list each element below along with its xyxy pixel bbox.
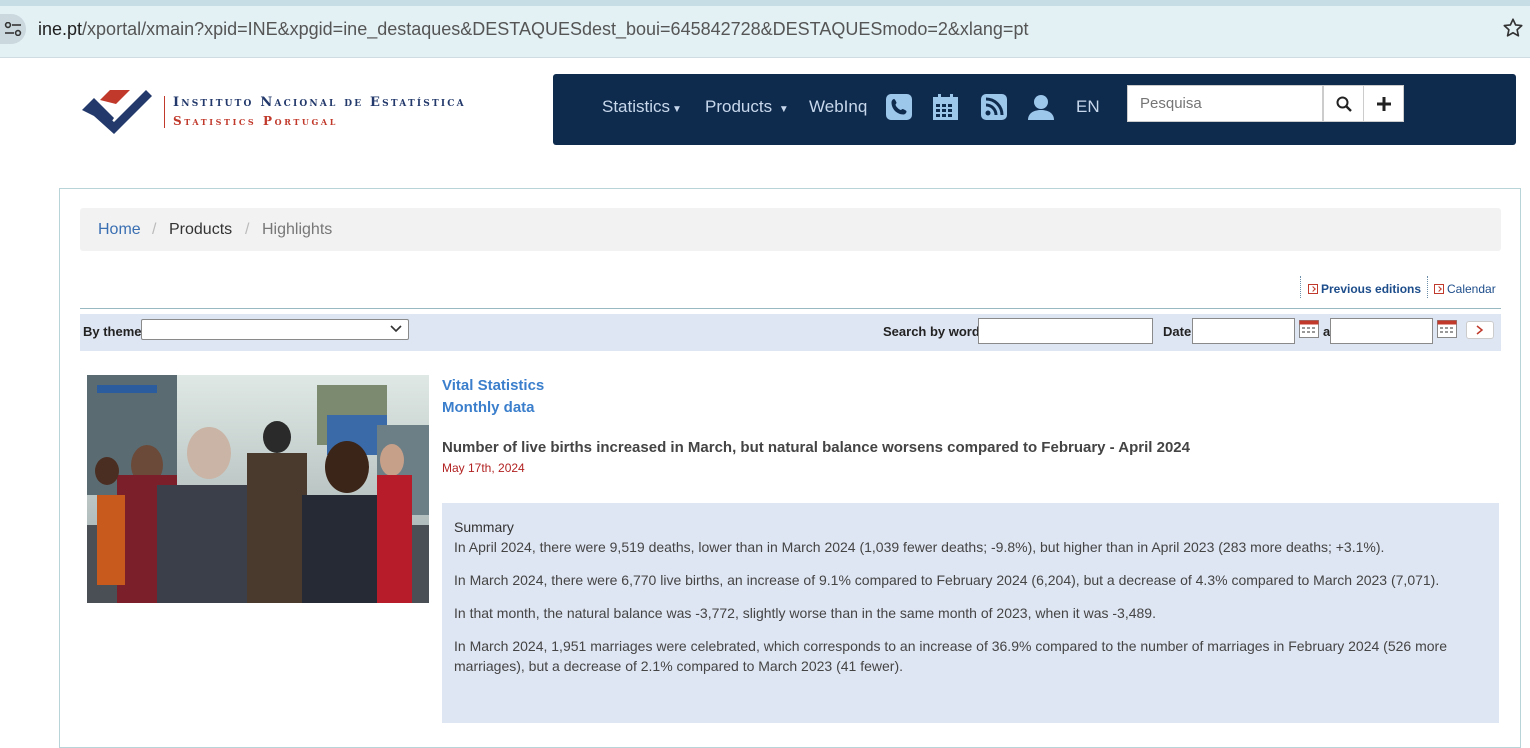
logo-line1: Instituto Nacional de Estatística — [173, 95, 466, 110]
nav-products-label: Products — [705, 97, 773, 116]
phone-icon[interactable] — [886, 94, 912, 125]
word-search-input[interactable] — [978, 318, 1153, 344]
nav-webinq-label: WebInq — [809, 97, 868, 116]
date-label: Date — [1163, 324, 1192, 339]
breadcrumb: Home / Products / Highlights — [80, 208, 1501, 251]
summary-title: Summary — [454, 519, 514, 535]
search-input[interactable] — [1127, 85, 1323, 122]
divider — [1300, 276, 1302, 298]
language-switch[interactable]: EN — [1076, 97, 1100, 117]
date-picker-icon[interactable] — [1299, 320, 1319, 341]
main-navbar: Statistics ▼ Products ▼ WebInq EN — [553, 74, 1516, 145]
chevron-down-icon: ▼ — [778, 104, 789, 115]
calendar-link[interactable]: Calendar — [1434, 282, 1496, 296]
chevron-right-icon — [1476, 325, 1484, 335]
summary-paragraph: In April 2024, there were 9,519 deaths, … — [454, 539, 1385, 555]
previous-editions-label: Previous editions — [1321, 282, 1422, 296]
arrow-box-icon — [1434, 284, 1444, 294]
summary-paragraph: In March 2024, there were 6,770 live bir… — [454, 572, 1440, 588]
chevron-down-icon — [390, 325, 402, 333]
by-theme-label: By theme — [83, 324, 142, 339]
article-photo[interactable] — [87, 375, 429, 603]
breadcrumb-separator: / — [152, 221, 157, 238]
chevron-down-icon: ▼ — [672, 104, 682, 115]
filter-submit-button[interactable] — [1466, 321, 1494, 339]
summary-paragraph: In that month, the natural balance was -… — [454, 605, 1156, 621]
date-picker-icon[interactable] — [1437, 320, 1457, 341]
url-path: /xportal/xmain?xpid=INE&xpgid=ine_destaq… — [82, 19, 1029, 39]
article-subtheme-link[interactable]: Monthly data — [442, 399, 535, 416]
url-host: ine.pt — [38, 19, 83, 39]
article-headline[interactable]: Number of live births increased in March… — [442, 439, 1190, 456]
breadcrumb-separator: / — [245, 221, 250, 238]
site-settings-icon[interactable] — [0, 14, 26, 44]
article-summary: Summary In April 2024, there were 9,519 … — [442, 503, 1499, 723]
search-button[interactable] — [1323, 85, 1364, 122]
search-icon — [1336, 96, 1352, 112]
calendar-label: Calendar — [1447, 282, 1496, 296]
advanced-search-button[interactable] — [1363, 85, 1404, 122]
nav-statistics-label: Statistics — [602, 97, 671, 116]
divider-line — [80, 308, 1501, 309]
ine-logo[interactable]: Instituto Nacional de Estatística Statis… — [80, 86, 464, 138]
browser-address-bar: ine.pt/xportal/xmain?xpid=INE&xpgid=ine_… — [0, 0, 1530, 58]
browser-top-strip — [0, 0, 1530, 6]
previous-editions-link[interactable]: Previous editions — [1308, 282, 1421, 296]
ine-logo-mark — [82, 90, 152, 134]
divider — [1427, 276, 1429, 298]
search-by-word-label: Search by word — [883, 324, 980, 339]
url-text[interactable]: ine.pt/xportal/xmain?xpid=INE&xpgid=ine_… — [38, 19, 1028, 40]
breadcrumb-home[interactable]: Home — [98, 221, 141, 239]
plus-icon — [1376, 96, 1391, 111]
breadcrumb-products[interactable]: Products — [169, 221, 232, 239]
date-from-input[interactable] — [1192, 318, 1295, 344]
nav-statistics[interactable]: Statistics ▼ — [602, 97, 682, 117]
bookmark-star-icon[interactable] — [1502, 17, 1524, 44]
date-to-input[interactable] — [1330, 318, 1433, 344]
summary-paragraph: In March 2024, 1,951 marriages were cele… — [454, 638, 1447, 674]
breadcrumb-current: Highlights — [262, 221, 333, 238]
article-theme-link[interactable]: Vital Statistics — [442, 377, 544, 394]
user-icon[interactable] — [1027, 94, 1055, 125]
article-date: May 17th, 2024 — [442, 461, 525, 475]
nav-products[interactable]: Products ▼ — [705, 97, 789, 117]
filter-bar: By theme Search by word Date a — [80, 314, 1501, 351]
logo-separator — [164, 96, 165, 128]
rss-icon[interactable] — [981, 94, 1007, 125]
theme-select[interactable] — [141, 319, 409, 340]
nav-webinq[interactable]: WebInq — [809, 97, 867, 117]
calendar-icon[interactable] — [933, 94, 958, 125]
logo-line2: Statistics Portugal — [173, 114, 338, 128]
arrow-box-icon — [1308, 284, 1318, 294]
